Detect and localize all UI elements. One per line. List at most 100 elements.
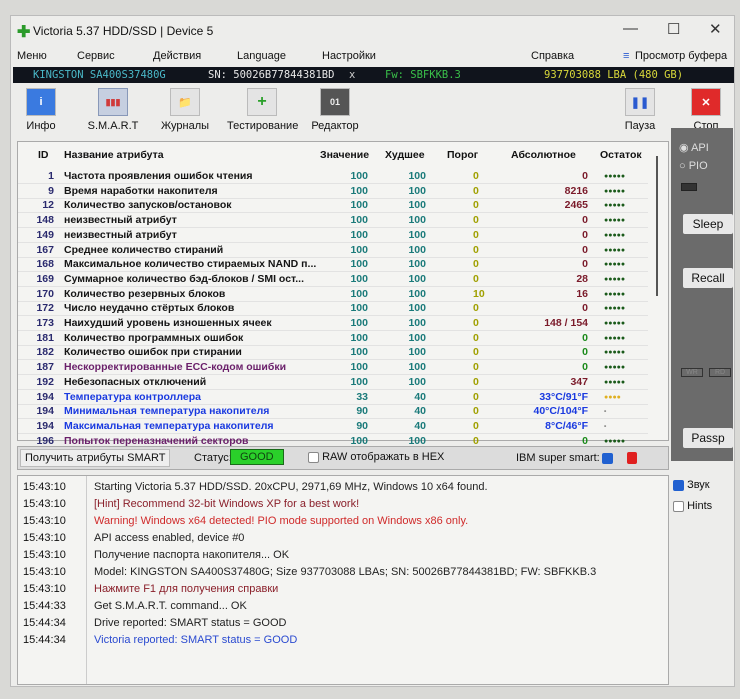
- raw-hex-checkbox[interactable]: RAW отображать в HEX: [308, 451, 444, 463]
- cell-worst: 100: [408, 361, 426, 374]
- smart-row[interactable]: 172 Число неудачно стёртых блоков 100 100 0 0…: [18, 302, 648, 317]
- smart-row[interactable]: 148 неизвестный атрибут 100 100 0 0 ●●●●●: [18, 214, 648, 229]
- cell-raw: 2465: [564, 199, 588, 212]
- cell-health: ●●●●●: [604, 334, 626, 342]
- device-bar[interactable]: KINGSTON SA400S37480G SN: 50026B77844381…: [13, 67, 734, 83]
- close-button[interactable]: ✕: [709, 20, 722, 38]
- smart-row[interactable]: 12 Количество запусков/остановок 100 100 0 24…: [18, 199, 648, 214]
- sound-checkbox[interactable]: Звук: [673, 479, 710, 491]
- smart-row[interactable]: 168 Максимальное количество стираемых NAN…: [18, 258, 648, 273]
- device-serial: SN: 50026B77844381BD: [208, 69, 335, 81]
- smart-row[interactable]: 194 Минимальная температура накопителя 90 4…: [18, 405, 648, 420]
- cell-value: 100: [350, 302, 368, 315]
- col-id[interactable]: ID: [38, 149, 49, 161]
- col-worst[interactable]: Худшее: [385, 149, 425, 161]
- menu-menu[interactable]: Меню: [17, 50, 47, 62]
- menu-help[interactable]: Справка: [531, 50, 574, 62]
- stop-button[interactable]: ✕ Стоп: [671, 88, 740, 132]
- maximize-button[interactable]: ☐: [667, 20, 680, 38]
- smart-row[interactable]: 170 Количество резервных блоков 100 100 10 16…: [18, 288, 648, 302]
- cell-health: -: [604, 408, 607, 416]
- wr-indicator: WR: [681, 368, 703, 377]
- device-close[interactable]: x: [349, 67, 355, 83]
- smart-row[interactable]: 194 Максимальная температура накопителя 90…: [18, 420, 648, 434]
- cell-id: 182: [36, 346, 54, 359]
- cell-name: Нескорректированные ECC-кодом ошибки: [64, 361, 287, 374]
- log-message: Drive reported: SMART status = GOOD: [94, 617, 287, 629]
- menu-actions[interactable]: Действия: [153, 50, 201, 62]
- cell-worst: 100: [408, 258, 426, 271]
- smart-row[interactable]: 169 Суммарное количество бэд-блоков / SMI…: [18, 273, 648, 287]
- sleep-button[interactable]: Sleep: [683, 214, 733, 234]
- menu-service[interactable]: Сервис: [77, 50, 115, 62]
- hints-checkbox[interactable]: Hints: [673, 500, 712, 512]
- ibm-checkbox[interactable]: [602, 453, 613, 464]
- cell-name: Наихудший уровень изношенных ячеек: [64, 317, 272, 329]
- cell-threshold: 0: [473, 228, 479, 241]
- cell-value: 100: [350, 272, 368, 285]
- cell-value: 90: [356, 419, 368, 432]
- menu-language[interactable]: Language: [237, 50, 286, 62]
- cell-id: 194: [36, 405, 54, 418]
- api-label: API: [691, 142, 709, 154]
- cell-id: 172: [36, 302, 54, 315]
- toolbar-label: Тестирование: [227, 120, 299, 132]
- cell-threshold: 0: [473, 405, 479, 418]
- table-scrollbar[interactable]: [656, 156, 658, 296]
- log-message: Warning! Windows x64 detected! PIO mode …: [94, 515, 469, 527]
- cell-threshold: 0: [473, 243, 479, 256]
- cell-id: 194: [36, 390, 54, 403]
- toolbar-editor[interactable]: 01 Редактор: [300, 88, 370, 132]
- cell-value: 100: [350, 434, 368, 447]
- pio-radio[interactable]: ○ PIO: [679, 160, 708, 172]
- smart-row[interactable]: 149 неизвестный атрибут 100 100 0 0 ●●●●●: [18, 229, 648, 243]
- smart-row[interactable]: 1 Частота проявления ошибок чтения 100 100 0…: [18, 170, 648, 184]
- rd-indicator: RD: [709, 368, 731, 377]
- col-value[interactable]: Значение: [320, 149, 369, 161]
- smart-row[interactable]: 167 Среднее количество стираний 100 100 0 0 ●●…: [18, 244, 648, 258]
- toolbar-testing[interactable]: + Тестирование: [227, 88, 299, 132]
- smart-row[interactable]: 182 Количество ошибок при стирании 100 100 0…: [18, 346, 648, 361]
- cell-name: Количество резервных блоков: [64, 287, 226, 300]
- smart-row[interactable]: 194 Температура контроллера 33 40 0 33°C/91°F…: [18, 391, 648, 405]
- hints-label: Hints: [687, 500, 713, 512]
- toolbar-logs[interactable]: 📁 Журналы: [150, 88, 220, 132]
- cell-value: 100: [350, 346, 368, 359]
- minimize-button[interactable]: —: [623, 20, 638, 37]
- get-smart-button[interactable]: Получить атрибуты SMART: [20, 449, 171, 467]
- smart-row[interactable]: 173 Наихудший уровень изношенных ячеек 100…: [18, 317, 648, 331]
- cell-health: ●●●●●: [604, 231, 626, 239]
- smart-row[interactable]: 181 Количество программных ошибок 100 100 0 0…: [18, 332, 648, 346]
- menu-settings[interactable]: Настройки: [322, 50, 376, 62]
- buffer-view-button[interactable]: Просмотр буфера: [635, 50, 727, 62]
- api-radio[interactable]: ◉ API: [679, 141, 709, 154]
- pause-button[interactable]: ❚❚ Пауза: [605, 88, 675, 132]
- window-title: Victoria 5.37 HDD/SSD | Device 5: [33, 24, 214, 38]
- cell-raw: 0: [582, 258, 588, 271]
- col-health[interactable]: Остаток: [600, 149, 642, 161]
- cell-value: 100: [350, 361, 368, 374]
- col-threshold[interactable]: Порог: [447, 149, 478, 161]
- col-raw[interactable]: Абсолютное: [511, 149, 576, 161]
- toolbar-info[interactable]: i Инфо: [6, 88, 76, 132]
- smart-row[interactable]: 187 Нескорректированные ECC-кодом ошибки 1…: [18, 361, 648, 376]
- cell-id: 169: [36, 272, 54, 285]
- binary-editor-icon: 01: [320, 88, 350, 116]
- passp-button[interactable]: Passp: [683, 428, 733, 448]
- cell-name: Суммарное количество бэд-блоков / SMI ос…: [64, 272, 305, 285]
- cell-threshold: 0: [473, 419, 479, 432]
- log-message: Нажмите F1 для получения справки: [94, 583, 279, 595]
- col-name[interactable]: Название атрибута: [64, 149, 164, 161]
- smart-row[interactable]: 9 Время наработки накопителя 100 100 0 8216 ●●…: [18, 185, 648, 199]
- toolbar-smart[interactable]: ▮▮▮ S.M.A.R.T: [78, 88, 148, 132]
- recall-button[interactable]: Recall: [683, 268, 733, 288]
- cell-health: ●●●●●: [604, 320, 626, 327]
- log-message: Получение паспорта накопителя... OK: [94, 549, 290, 561]
- cell-id: 194: [36, 419, 54, 432]
- pio-label: PIO: [688, 160, 708, 172]
- log-time: 15:43:10: [23, 481, 66, 493]
- app-logo-icon: ✚: [17, 24, 31, 41]
- smart-row[interactable]: 192 Небезопасных отключений 100 100 0 347 ●●●●…: [18, 376, 648, 390]
- cell-value: 100: [350, 258, 368, 271]
- cell-raw: 347: [570, 375, 588, 388]
